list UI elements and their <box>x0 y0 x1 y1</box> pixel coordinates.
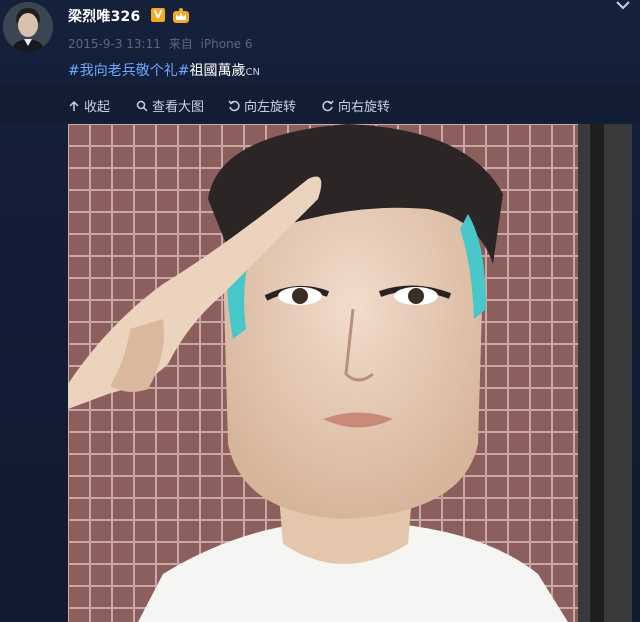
magnifier-icon <box>136 100 148 112</box>
collapse-label: 收起 <box>84 100 111 115</box>
device-label[interactable]: iPhone 6 <box>201 37 253 51</box>
post-body: 祖國萬歲 <box>189 63 246 79</box>
weibo-post: 梁烈唯326 V 2015-9-3 13:11 来自 iPhone 6 #我向老… <box>0 0 640 622</box>
hashtag-link[interactable]: #我向老兵敬个礼# <box>68 63 189 79</box>
post-timestamp[interactable]: 2015-9-3 13:11 <box>68 37 161 51</box>
verified-badge: V <box>151 8 165 22</box>
from-label: 来自 <box>168 37 193 51</box>
avatar-image <box>3 2 53 52</box>
rotate-left-label: 向左旋转 <box>244 100 297 115</box>
view-large-button[interactable]: 查看大图 <box>136 96 204 115</box>
salute-selfie-image <box>68 124 632 622</box>
rotate-right-icon <box>322 100 334 111</box>
post-meta: 2015-9-3 13:11 来自 iPhone 6 <box>68 35 257 52</box>
image-toolbar: 收起 查看大图 向左旋转 向右旋转 <box>0 86 640 122</box>
rotate-left-icon <box>228 100 240 111</box>
post-text: #我向老兵敬个礼#祖國萬歲CN <box>68 60 260 80</box>
post-suffix: CN <box>245 67 260 78</box>
crown-icon <box>173 8 189 23</box>
chevron-down-icon[interactable] <box>616 0 630 10</box>
rotate-right-label: 向右旋转 <box>338 100 391 115</box>
username[interactable]: 梁烈唯326 <box>68 6 140 26</box>
rotate-right-button[interactable]: 向右旋转 <box>322 96 390 115</box>
collapse-button[interactable]: 收起 <box>68 96 110 115</box>
post-photo[interactable] <box>68 124 632 622</box>
avatar[interactable] <box>3 2 53 52</box>
rotate-left-button[interactable]: 向左旋转 <box>228 96 296 115</box>
view-large-label: 查看大图 <box>152 100 205 115</box>
collapse-icon <box>69 100 79 111</box>
